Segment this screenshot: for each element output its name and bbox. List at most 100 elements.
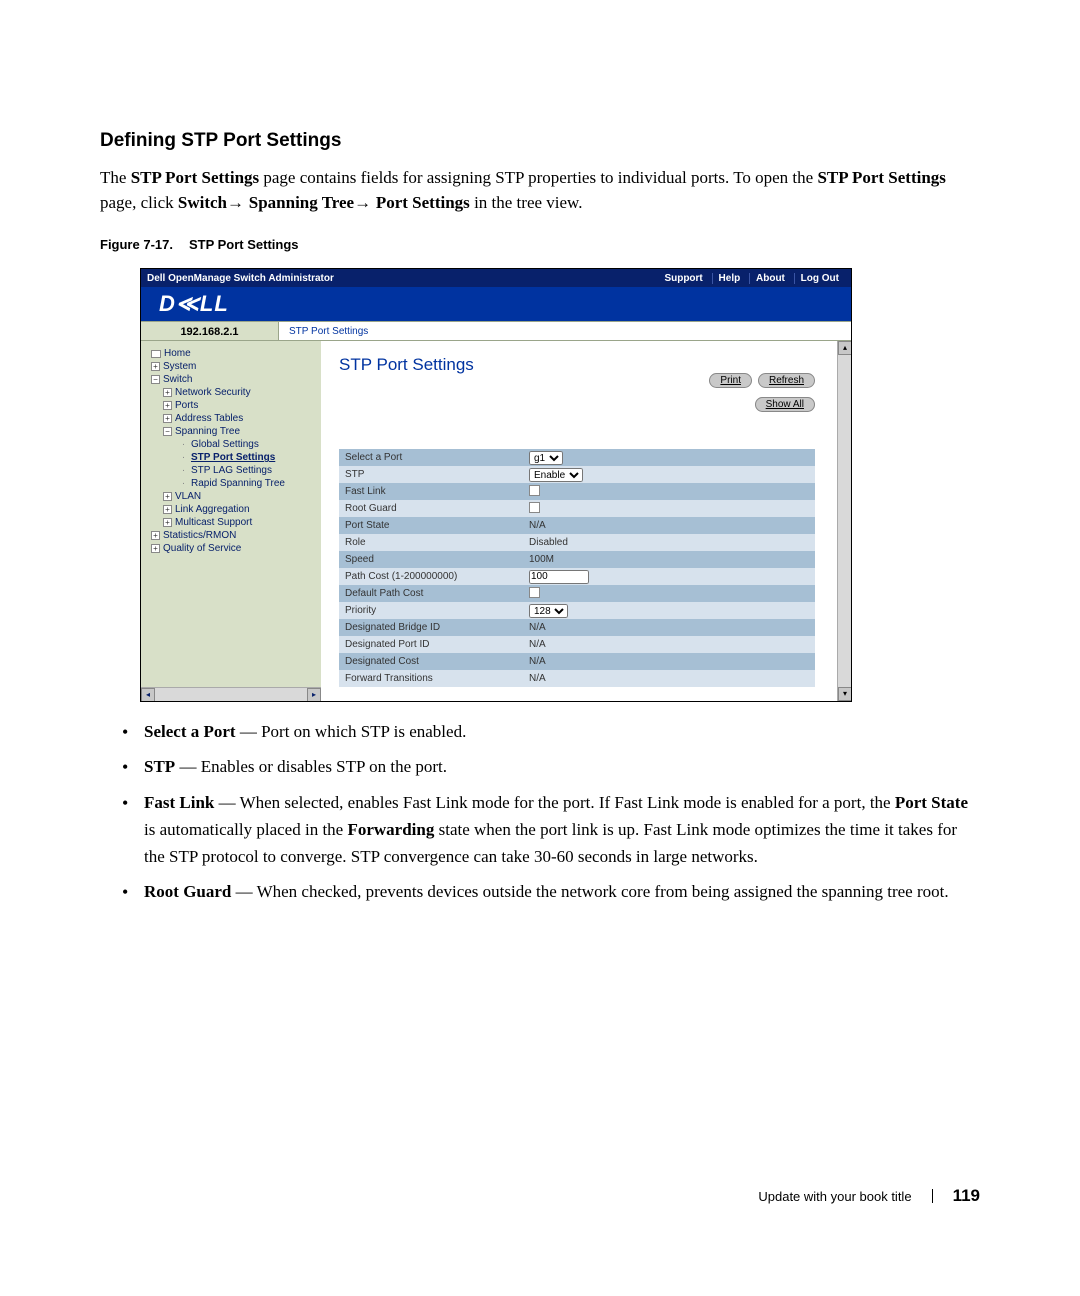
expand-icon[interactable]: + [163,414,172,423]
tree-spanning-tree[interactable]: −Spanning Tree [145,425,317,438]
checkbox-input[interactable] [529,587,540,598]
home-icon [151,350,161,358]
row-label: Speed [345,554,529,565]
expand-icon[interactable]: + [151,362,160,371]
expand-icon[interactable]: + [163,505,172,514]
separator [932,1189,933,1203]
tree-h-scrollbar[interactable]: ◂ ▸ [141,687,321,701]
row-value [529,502,815,516]
tree-rapid-spanning-tree[interactable]: ·Rapid Spanning Tree [145,477,317,490]
list-item: Fast Link — When selected, enables Fast … [118,789,980,871]
table-row: Designated Port IDN/A [339,636,815,653]
tree-stp-lag-settings[interactable]: ·STP LAG Settings [145,464,317,477]
arrow-icon: → [227,193,249,212]
window-title: Dell OpenManage Switch Administrator [147,273,658,284]
select-input[interactable]: Enable [529,468,583,482]
tree-vlan[interactable]: +VLAN [145,490,317,503]
help-link[interactable]: Help [712,273,747,284]
row-label: Designated Bridge ID [345,622,529,633]
section-heading: Defining STP Port Settings [100,130,980,152]
checkbox-input[interactable] [529,502,540,513]
list-item: STP — Enables or disables STP on the por… [118,753,980,780]
term: STP [144,757,175,776]
collapse-icon[interactable]: − [163,427,172,436]
expand-icon[interactable]: + [151,544,160,553]
tree-label: Global Settings [191,439,259,450]
tree-label: Address Tables [175,413,243,424]
desc: — When checked, prevents devices outside… [231,882,948,901]
about-link[interactable]: About [749,273,791,284]
row-label: Select a Port [345,452,529,463]
refresh-button[interactable]: Refresh [758,373,815,388]
select-input[interactable]: g1 [529,451,563,465]
content-v-scrollbar[interactable]: ▴ ▾ [837,341,851,701]
show-all-button[interactable]: Show All [755,397,815,412]
tree-ports[interactable]: +Ports [145,399,317,412]
tree-label: Ports [175,400,198,411]
expand-icon[interactable]: + [163,401,172,410]
tree-address-tables[interactable]: +Address Tables [145,412,317,425]
tree-system[interactable]: +System [145,360,317,373]
tree-network-security[interactable]: +Network Security [145,386,317,399]
leaf-icon: · [179,464,188,477]
text: STP Port Settings [817,168,945,187]
scroll-up-icon[interactable]: ▴ [838,341,851,355]
text: in the tree view. [470,193,583,212]
figure-caption: Figure 7-17.STP Port Settings [100,237,980,252]
tree-label: Statistics/RMON [163,530,236,541]
row-value: N/A [529,656,815,667]
tree-switch[interactable]: −Switch [145,373,317,386]
brand-bar: D≪LL [141,287,851,321]
figure-number: Figure 7-17. [100,237,173,252]
dell-logo: D≪LL [159,291,229,317]
select-input[interactable]: 128 [529,604,568,618]
tree-label: Quality of Service [163,543,241,554]
row-label: Port State [345,520,529,531]
tree-global-settings[interactable]: ·Global Settings [145,438,317,451]
row-label: Designated Cost [345,656,529,667]
expand-icon[interactable]: + [163,518,172,527]
term: Port State [895,793,968,812]
support-link[interactable]: Support [658,273,708,284]
expand-icon[interactable]: + [163,388,172,397]
intro-paragraph: The STP Port Settings page contains fiel… [100,166,980,215]
leaf-icon: · [179,477,188,490]
nav-tree[interactable]: Home +System −Switch +Network Security +… [141,341,321,701]
row-label: Root Guard [345,503,529,514]
tree-statistics-rmon[interactable]: +Statistics/RMON [145,529,317,542]
tree-label: Switch [163,374,192,385]
table-row: Root Guard [339,500,815,517]
row-label: Role [345,537,529,548]
scroll-left-icon[interactable]: ◂ [141,688,155,701]
page-footer: Update with your book title 119 [758,1186,980,1206]
tree-stp-port-settings[interactable]: ·STP Port Settings [145,451,317,464]
desc: — Enables or disables STP on the port. [175,757,447,776]
scroll-down-icon[interactable]: ▾ [838,687,851,701]
collapse-icon[interactable]: − [151,375,160,384]
row-value [529,587,815,601]
list-item: Select a Port — Port on which STP is ena… [118,718,980,745]
row-value: N/A [529,520,815,531]
expand-icon[interactable]: + [163,492,172,501]
text-input[interactable] [529,570,589,584]
row-label: Path Cost (1-200000000) [345,571,529,582]
scroll-right-icon[interactable]: ▸ [307,688,321,701]
row-label: Priority [345,605,529,616]
checkbox-input[interactable] [529,485,540,496]
tree-link-aggregation[interactable]: +Link Aggregation [145,503,317,516]
table-row: Port StateN/A [339,517,815,534]
print-button[interactable]: Print [709,373,752,388]
tree-home[interactable]: Home [145,347,317,360]
text: Switch [178,193,227,212]
logout-link[interactable]: Log Out [794,273,845,284]
table-row: Fast Link [339,483,815,500]
settings-table: Select a Portg1STPEnableFast Link Root Gu… [339,449,815,687]
term: Forwarding [347,820,434,839]
row-label: Default Path Cost [345,588,529,599]
leaf-icon: · [179,438,188,451]
row-label: STP [345,469,529,480]
tree-quality-of-service[interactable]: +Quality of Service [145,542,317,555]
text: Spanning Tree [249,193,354,212]
tree-multicast-support[interactable]: +Multicast Support [145,516,317,529]
expand-icon[interactable]: + [151,531,160,540]
